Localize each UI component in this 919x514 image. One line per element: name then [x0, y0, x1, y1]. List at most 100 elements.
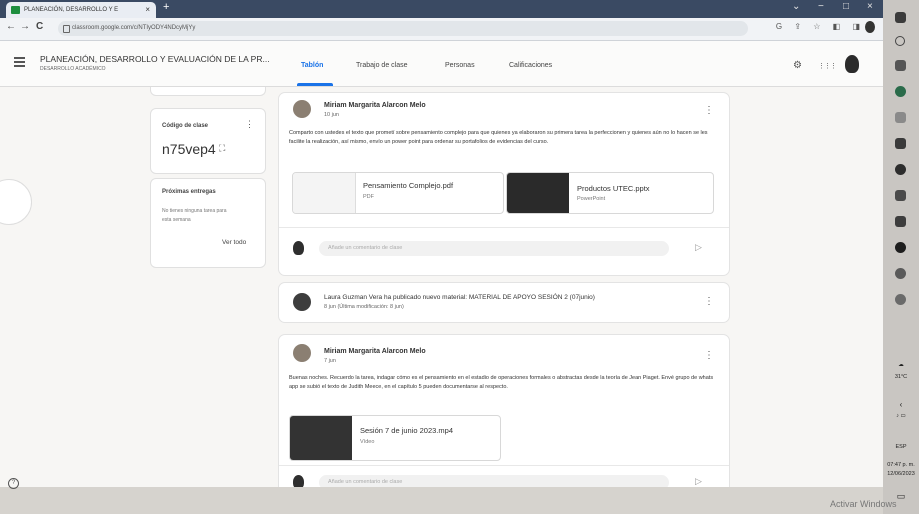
- tab-search-icon[interactable]: ⌄: [792, 1, 800, 12]
- class-subtitle: DESARROLLO ACADÉMICO: [40, 66, 106, 72]
- post-author: Miriam Margarita Alarcon Melo: [324, 348, 426, 355]
- post-body: Buenas noches. Recuerdo la tarea, indaga…: [289, 375, 714, 390]
- video-thumbnail: [290, 416, 352, 460]
- tab-title: PLANEACIÓN, DESARROLLO Y E: [24, 7, 119, 13]
- browser-icon[interactable]: [895, 242, 906, 253]
- classroom-header: PLANEACIÓN, DESARROLLO Y EVALUACIÓN DE L…: [0, 41, 883, 87]
- tab-close-icon[interactable]: ×: [145, 2, 150, 18]
- activate-windows-watermark: Activar Windows: [830, 499, 897, 509]
- tray-arrow-icon[interactable]: ‹: [885, 400, 917, 409]
- material-title: Laura Guzman Vera ha publicado nuevo mat…: [324, 294, 595, 301]
- pdf-thumbnail: [293, 173, 356, 213]
- active-tab-indicator: [297, 83, 333, 86]
- class-title[interactable]: PLANEACIÓN, DESARROLLO Y EVALUACIÓN DE L…: [40, 54, 270, 64]
- windows-taskbar: ☁ 31°C ‹ ♪ ▭ ESP 07:47 p. m. 12/06/2023 …: [883, 0, 919, 514]
- globe-icon[interactable]: [895, 294, 906, 305]
- tab-grades[interactable]: Calificaciones: [509, 62, 552, 69]
- weather-icon[interactable]: ☁: [885, 362, 917, 368]
- post-menu-icon[interactable]: ⋮: [704, 105, 714, 116]
- clock-time[interactable]: 07:47 p. m.: [885, 462, 917, 468]
- side-circle-button[interactable]: [0, 179, 32, 225]
- post-menu-icon[interactable]: ⋮: [704, 296, 714, 307]
- attachment-name: Sesión 7 de junio 2023.mp4: [360, 426, 453, 435]
- attachment-video[interactable]: Sesión 7 de junio 2023.mp4 Vídeo: [289, 415, 501, 461]
- browser-tab-bar: PLANEACIÓN, DESARROLLO Y E × + ⌄ − □ ×: [0, 0, 883, 18]
- send-icon[interactable]: ▷: [695, 242, 702, 253]
- author-avatar[interactable]: [293, 100, 311, 118]
- upcoming-card: Próximas entregas No tienes ninguna tare…: [150, 178, 266, 268]
- temperature: 31°C: [894, 374, 908, 380]
- comment-row: Añade un comentario de clase ▷: [279, 227, 729, 275]
- send-icon[interactable]: ▷: [695, 476, 702, 487]
- maximize-button[interactable]: □: [843, 1, 849, 12]
- banner-card-bottom: [150, 87, 266, 96]
- url-text: classroom.google.com/c/NTIyODY4NDcyMjYy: [72, 25, 196, 31]
- tab-people[interactable]: Personas: [445, 62, 475, 69]
- user-avatar[interactable]: [845, 55, 859, 73]
- task-view-icon[interactable]: [895, 60, 906, 71]
- upcoming-title: Próximas entregas: [162, 189, 216, 195]
- author-avatar[interactable]: [293, 344, 311, 362]
- post-body: Comparto con ustedes el texto que promet…: [289, 130, 708, 145]
- start-icon[interactable]: [895, 12, 906, 23]
- post-date: 7 jun: [324, 358, 336, 364]
- tray-icons[interactable]: ♪ ▭: [885, 413, 917, 419]
- material-date: 8 jun (Última modificación: 8 jun): [324, 304, 404, 310]
- stream-post: Miriam Margarita Alarcon Melo 7 jun ⋮ Bu…: [278, 334, 730, 496]
- reload-button[interactable]: C: [36, 21, 43, 32]
- class-code: n75vep4: [162, 141, 216, 157]
- menu-icon[interactable]: [14, 57, 25, 69]
- attachment-type: PDF: [363, 194, 374, 200]
- stream-main: Código de clase ⋮ n75vep4 ⛶ Próximas ent…: [0, 87, 883, 496]
- expand-icon[interactable]: ⛶: [219, 143, 225, 154]
- class-code-card: Código de clase ⋮ n75vep4 ⛶: [150, 108, 266, 174]
- new-tab-button[interactable]: +: [163, 1, 169, 13]
- minimize-button[interactable]: −: [818, 1, 824, 12]
- view-all-link[interactable]: Ver todo: [222, 239, 246, 246]
- back-button[interactable]: ←: [6, 21, 16, 32]
- store-icon[interactable]: [895, 112, 906, 123]
- post-author: Miriam Margarita Alarcon Melo: [324, 102, 426, 109]
- tab-classwork[interactable]: Trabajo de clase: [356, 62, 408, 69]
- material-icon: [293, 293, 311, 311]
- commenter-avatar: [293, 241, 304, 255]
- browser-profile-avatar[interactable]: [865, 21, 875, 33]
- bottom-strip: [0, 487, 883, 514]
- word-icon[interactable]: [895, 190, 906, 201]
- attachment-name: Pensamiento Complejo.pdf: [363, 181, 454, 190]
- attachment-pptx[interactable]: Productos UTEC.pptx PowerPoint: [506, 172, 714, 214]
- stream-post: Miriam Margarita Alarcon Melo 10 jun ⋮ C…: [278, 92, 730, 276]
- attachment-pdf[interactable]: Pensamiento Complejo.pdf PDF: [292, 172, 504, 214]
- attachment-type: PowerPoint: [577, 196, 606, 202]
- forward-button[interactable]: →: [20, 21, 30, 32]
- excel-icon[interactable]: [895, 216, 906, 227]
- clock-date[interactable]: 12/06/2023: [885, 471, 917, 477]
- post-date: 10 jun: [324, 112, 339, 118]
- help-icon[interactable]: ?: [8, 478, 19, 489]
- settings-icon[interactable]: ⚙: [793, 60, 802, 71]
- attachment-type: Vídeo: [360, 439, 375, 445]
- comment-input[interactable]: Añade un comentario de clase: [319, 241, 669, 256]
- chrome-icon[interactable]: [895, 164, 906, 175]
- pptx-thumbnail: [507, 173, 569, 213]
- url-input[interactable]: classroom.google.com/c/NTIyODY4NDcyMjYy: [58, 21, 748, 36]
- language[interactable]: ESP: [885, 444, 917, 450]
- address-bar-row: ← → C classroom.google.com/c/NTIyODY4NDc…: [0, 18, 883, 41]
- lock-icon: [63, 25, 70, 33]
- search-icon[interactable]: [895, 36, 905, 46]
- classroom-favicon-icon: [11, 6, 20, 14]
- class-code-menu-icon[interactable]: ⋮: [245, 119, 254, 130]
- chrome-alt-icon[interactable]: [895, 268, 906, 279]
- app-icon[interactable]: [895, 138, 906, 149]
- upcoming-text: No tienes ninguna tarea para esta semana: [162, 208, 227, 223]
- class-code-label: Código de clase: [162, 123, 209, 129]
- apps-grid-icon[interactable]: ⋮⋮⋮: [818, 62, 837, 70]
- edge-icon[interactable]: [895, 86, 906, 97]
- browser-toolbar-icons[interactable]: G ⇪ ☆ ◧ ◨: [776, 22, 865, 31]
- post-menu-icon[interactable]: ⋮: [704, 350, 714, 361]
- browser-tab[interactable]: PLANEACIÓN, DESARROLLO Y E ×: [6, 2, 156, 18]
- close-window-button[interactable]: ×: [867, 1, 873, 12]
- tab-stream[interactable]: Tablón: [301, 62, 323, 69]
- material-post[interactable]: Laura Guzman Vera ha publicado nuevo mat…: [278, 282, 730, 323]
- attachment-name: Productos UTEC.pptx: [577, 184, 650, 193]
